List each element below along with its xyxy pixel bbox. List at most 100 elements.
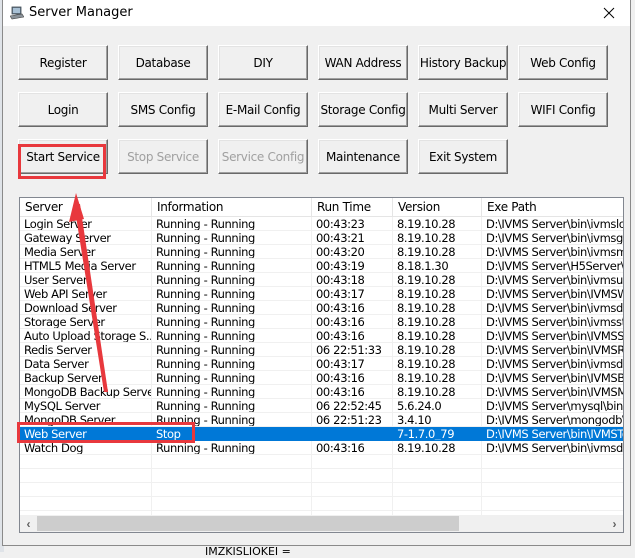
table-row[interactable]: Media Server Running - Running 00:43:20 8.1… bbox=[20, 245, 623, 259]
empty-cell bbox=[20, 483, 152, 497]
empty-cell bbox=[312, 483, 393, 497]
column-header-information[interactable]: Information bbox=[152, 198, 312, 216]
maintenance-button[interactable]: Maintenance bbox=[318, 139, 408, 174]
close-button[interactable] bbox=[590, 0, 628, 26]
cell-version: 3.4.10 bbox=[393, 413, 482, 427]
sms-config-button[interactable]: SMS Config bbox=[118, 92, 208, 127]
table-row[interactable]: MySQL Server Running - Running 06 22:52:45… bbox=[20, 399, 623, 413]
cell-version: 8.19.10.28 bbox=[393, 315, 482, 329]
empty-cell bbox=[393, 469, 482, 483]
empty-row bbox=[20, 497, 623, 511]
exit-system-button[interactable]: Exit System bbox=[418, 139, 508, 174]
cell-run-time: 00:43:21 bbox=[312, 231, 393, 245]
cell-information: Running - Running bbox=[152, 413, 312, 427]
cell-server: Storage Server bbox=[20, 315, 152, 329]
cell-run-time: 00:43:17 bbox=[312, 287, 393, 301]
table-body: Login Server Running - Running 00:43:23 8.1… bbox=[20, 217, 623, 532]
empty-cell bbox=[393, 497, 482, 511]
server-list[interactable]: Server Information Run Time Version Exe … bbox=[19, 197, 624, 533]
empty-cell bbox=[152, 469, 312, 483]
scroll-left-icon[interactable]: ‹ bbox=[20, 515, 37, 532]
database-button[interactable]: Database bbox=[118, 45, 208, 80]
column-header-version[interactable]: Version bbox=[393, 198, 482, 216]
login-button[interactable]: Login bbox=[18, 92, 108, 127]
wifi-config-button[interactable]: WIFI Config bbox=[518, 92, 608, 127]
cell-server: Gateway Server bbox=[20, 231, 152, 245]
cell-server: Watch Dog bbox=[20, 441, 152, 455]
empty-cell bbox=[20, 497, 152, 511]
cell-run-time: 00:43:16 bbox=[312, 441, 393, 455]
table-row[interactable]: Data Server Running - Running 00:43:17 8.19… bbox=[20, 357, 623, 371]
cell-server: Web API Server bbox=[20, 287, 152, 301]
table-row[interactable]: MongoDB Server Running - Running 06 22:51:… bbox=[20, 413, 623, 427]
table-row[interactable]: Auto Upload Storage S... Running - Runnin… bbox=[20, 329, 623, 343]
multi-server-button[interactable]: Multi Server bbox=[418, 92, 508, 127]
register-button[interactable]: Register bbox=[18, 45, 108, 80]
cell-version: 7-1.7.0_79 bbox=[393, 427, 482, 441]
cell-information: Running - Running bbox=[152, 231, 312, 245]
table-row[interactable]: Storage Server Running - Running 00:43:16 8… bbox=[20, 315, 623, 329]
cell-information: Stop bbox=[152, 427, 312, 441]
cell-version: 8.18.1.30 bbox=[393, 259, 482, 273]
cell-exe-path: D:\IVMS Server\H5Server\I bbox=[482, 259, 623, 273]
cell-exe-path: D:\IVMS Server\bin\IVMSRe bbox=[482, 343, 623, 357]
table-row[interactable]: Backup Server Running - Running 00:43:16 8.… bbox=[20, 371, 623, 385]
empty-cell bbox=[152, 483, 312, 497]
cell-server: Redis Server bbox=[20, 343, 152, 357]
empty-row bbox=[20, 469, 623, 483]
table-row[interactable]: MongoDB Backup Server Running - Running 00… bbox=[20, 385, 623, 399]
empty-cell bbox=[393, 455, 482, 469]
cell-server: MongoDB Server bbox=[20, 413, 152, 427]
cell-exe-path: D:\IVMS Server\mysql\bin\ bbox=[482, 399, 623, 413]
table-row[interactable]: Watch Dog Running - Running 00:43:16 8.19.1… bbox=[20, 441, 623, 455]
empty-cell bbox=[482, 469, 623, 483]
start-service-button[interactable]: Start Service bbox=[18, 139, 108, 174]
web-config-button[interactable]: Web Config bbox=[518, 45, 608, 80]
column-header-server[interactable]: Server bbox=[20, 198, 152, 216]
service-config-button[interactable]: Service Config bbox=[218, 139, 308, 174]
table-row[interactable]: HTML5 Media Server Running - Running 00:43… bbox=[20, 259, 623, 273]
cell-version: 8.19.10.28 bbox=[393, 217, 482, 231]
history-backup-button[interactable]: History Backup bbox=[418, 45, 508, 80]
cell-exe-path: D:\IVMS Server\bin\ivmsuse bbox=[482, 273, 623, 287]
table-row[interactable]: Gateway Server Running - Running 00:43:21 8… bbox=[20, 231, 623, 245]
cell-exe-path: D:\IVMS Server\bin\ivmsda bbox=[482, 441, 623, 455]
storage-config-button[interactable]: Storage Config bbox=[318, 92, 408, 127]
cell-exe-path: D:\IVMS Server\bin\ivmsme bbox=[482, 245, 623, 259]
empty-cell bbox=[312, 497, 393, 511]
table-row[interactable]: Login Server Running - Running 00:43:23 8.1… bbox=[20, 217, 623, 231]
cell-version: 5.6.24.0 bbox=[393, 399, 482, 413]
stop-service-button[interactable]: Stop Service bbox=[118, 139, 208, 174]
empty-cell bbox=[482, 497, 623, 511]
table-row[interactable]: Web API Server Running - Running 00:43:17 8… bbox=[20, 287, 623, 301]
cell-information: Running - Running bbox=[152, 441, 312, 455]
diy-button[interactable]: DIY bbox=[218, 45, 308, 80]
column-header-exe-path[interactable]: Exe Path bbox=[482, 198, 623, 216]
cell-server: HTML5 Media Server bbox=[20, 259, 152, 273]
cell-exe-path: D:\IVMS Server\bin\IVMSMo bbox=[482, 385, 623, 399]
scroll-right-icon[interactable]: › bbox=[606, 515, 623, 532]
cell-run-time: 00:43:17 bbox=[312, 357, 393, 371]
server-manager-icon bbox=[9, 6, 25, 20]
cell-information: Running - Running bbox=[152, 301, 312, 315]
cell-information: Running - Running bbox=[152, 259, 312, 273]
table-row[interactable]: User Server Running - Running 00:43:18 8.19… bbox=[20, 273, 623, 287]
table-row[interactable]: Web Server Stop 7-1.7.0_79 D:\IVMS Server\b… bbox=[20, 427, 623, 441]
table-row[interactable]: Download Server Running - Running 00:43:16… bbox=[20, 301, 623, 315]
cell-information: Running - Running bbox=[152, 357, 312, 371]
cell-version: 8.19.10.28 bbox=[393, 441, 482, 455]
table-row[interactable]: Redis Server Running - Running 06 22:51:33… bbox=[20, 343, 623, 357]
cell-version: 8.19.10.28 bbox=[393, 287, 482, 301]
cell-server: MongoDB Backup Server bbox=[20, 385, 152, 399]
email-config-button[interactable]: E-Mail Config bbox=[218, 92, 308, 127]
cell-run-time: 00:43:16 bbox=[312, 385, 393, 399]
column-header-run-time[interactable]: Run Time bbox=[312, 198, 393, 216]
cell-server: User Server bbox=[20, 273, 152, 287]
cell-run-time: 00:43:20 bbox=[312, 245, 393, 259]
title-bar[interactable]: Server Manager bbox=[3, 0, 630, 26]
horizontal-scrollbar[interactable]: ‹ › bbox=[20, 515, 623, 532]
cell-server: Media Server bbox=[20, 245, 152, 259]
cell-run-time: 00:43:16 bbox=[312, 301, 393, 315]
scrollbar-thumb[interactable] bbox=[37, 516, 459, 531]
wan-address-button[interactable]: WAN Address bbox=[318, 45, 408, 80]
